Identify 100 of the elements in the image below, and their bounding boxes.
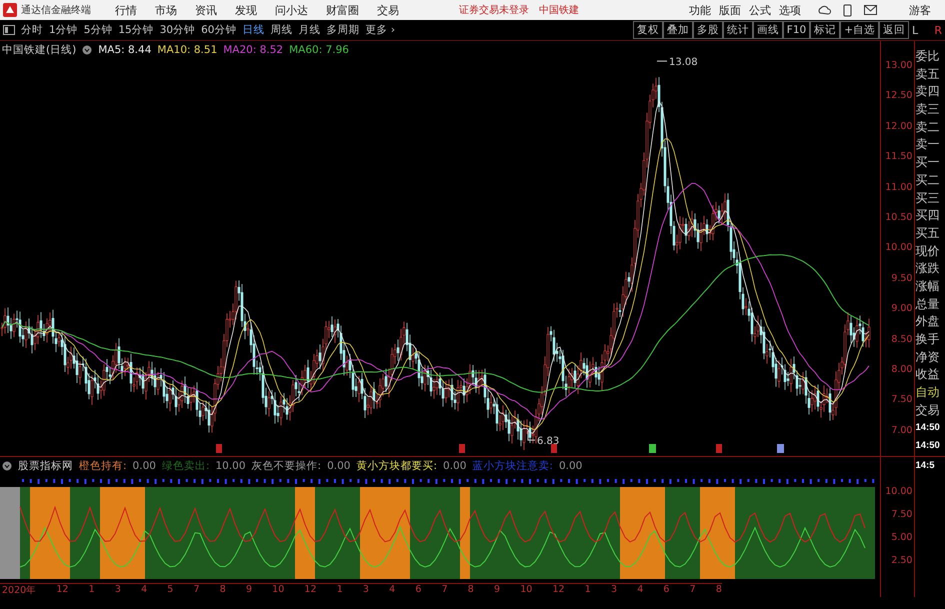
toolbar-button[interactable]: 统计 xyxy=(722,21,753,39)
event-marker-icon[interactable] xyxy=(649,444,656,453)
price-axis-label: 7.50 xyxy=(890,393,914,408)
quote-field-label: 卖四 xyxy=(915,83,940,100)
quote-field-label: 买四 xyxy=(915,207,940,224)
event-marker-icon[interactable] xyxy=(716,444,722,453)
menu-item[interactable]: 财富圈 xyxy=(326,2,359,18)
price-axis-label: 12.50 xyxy=(884,89,914,104)
legend-label: 蓝小方块注意卖: xyxy=(472,459,553,473)
price-axis-label: 7.00 xyxy=(890,424,914,438)
login-status[interactable]: 证券交易未登录 xyxy=(459,3,529,17)
period-tab[interactable]: 60分钟 xyxy=(198,23,240,37)
quote-field-label: 买三 xyxy=(915,190,940,206)
leader-line xyxy=(656,60,668,62)
quote-field-label: 卖一 xyxy=(915,136,940,154)
toolbar-item[interactable]: 功能 xyxy=(689,2,711,18)
price-axis-label: 9.00 xyxy=(890,302,914,316)
menu-item[interactable]: 行情 xyxy=(115,2,137,18)
menu-item[interactable]: 问小达 xyxy=(275,2,308,18)
legend-value: 0.00 xyxy=(558,460,582,472)
ma-value: MA10: 8.51 xyxy=(157,44,218,56)
quote-field-label: 买五 xyxy=(915,224,940,242)
toolbar-button[interactable]: 标记 xyxy=(810,21,840,39)
quote-field-label: 收益 xyxy=(915,366,940,384)
date-axis-label: 12 xyxy=(304,584,317,597)
date-axis-label: 12 xyxy=(56,584,68,597)
legend-value: 0.00 xyxy=(443,460,466,472)
panel-toggle-icon[interactable] xyxy=(3,25,15,35)
period-tab[interactable]: 15分钟 xyxy=(115,23,157,37)
right-label[interactable]: R xyxy=(934,24,942,36)
legend-value: 0.00 xyxy=(327,460,350,472)
more-button[interactable]: 更多 › xyxy=(362,23,398,37)
menu-item[interactable]: 市场 xyxy=(155,2,177,18)
quote-field-label: 14:50 xyxy=(915,421,941,436)
toolbar-button[interactable]: +自选 xyxy=(840,21,879,39)
settings-icon[interactable] xyxy=(2,461,12,471)
date-axis-label: 12 xyxy=(552,584,565,597)
period-tab[interactable]: 多周期 xyxy=(324,23,362,37)
quote-field-label: 现价 xyxy=(915,242,940,260)
toolbar-button[interactable]: 画线 xyxy=(752,21,783,39)
period-tab[interactable]: 30分钟 xyxy=(156,23,198,37)
date-axis-label: 3 xyxy=(610,584,618,597)
legend-label: 黄小方块都要买: xyxy=(356,459,438,473)
period-tab[interactable]: 5分钟 xyxy=(80,23,116,37)
ma-value: MA5: 8.44 xyxy=(98,44,152,56)
menu-item[interactable]: 发现 xyxy=(235,2,257,18)
date-axis-label: 3 xyxy=(114,584,121,597)
quote-field-label: 卖三 xyxy=(915,101,940,118)
date-axis-label: 9 xyxy=(246,584,252,597)
settings-icon[interactable] xyxy=(82,45,92,55)
toolbar-button[interactable]: 返回 xyxy=(879,21,909,39)
date-axis-label: 10 xyxy=(520,584,532,597)
event-marker-icon[interactable] xyxy=(777,444,784,453)
toolbar-item[interactable]: 版面 xyxy=(719,2,741,18)
menu-item[interactable]: 交易 xyxy=(377,2,399,18)
date-axis-label: 7 xyxy=(442,584,448,597)
chart-title: 中国铁建(日线) xyxy=(2,43,76,57)
menu-item[interactable]: 资讯 xyxy=(195,2,217,18)
period-tab[interactable]: 月线 xyxy=(296,23,324,37)
date-axis-label: 5 xyxy=(167,584,174,597)
toolbar-button[interactable]: F10 xyxy=(782,21,810,39)
indicator-axis-label: 7.50 xyxy=(890,508,914,522)
quote-field-label: 委比 xyxy=(915,48,940,65)
quote-field-label: 净资 xyxy=(915,348,940,366)
indicator-axis-label: 10.00 xyxy=(884,485,914,499)
legend-value: 0.00 xyxy=(132,460,156,472)
price-axis-label: 8.50 xyxy=(890,332,914,347)
toolbar-button[interactable]: 多股 xyxy=(692,21,723,39)
legend-value: 10.00 xyxy=(215,460,246,472)
period-tab[interactable]: 日线 xyxy=(240,23,268,37)
quote-field-label: 交易 xyxy=(915,402,940,419)
toolbar-item[interactable]: 公式 xyxy=(749,2,771,18)
ma-value: MA20: 8.52 xyxy=(223,44,284,56)
mail-icon[interactable] xyxy=(864,5,877,15)
app-name: 通达信金融终端 xyxy=(21,4,91,17)
date-axis-label: 7 xyxy=(194,584,200,597)
event-marker-icon[interactable] xyxy=(216,444,222,453)
toolbar-button[interactable]: 叠加 xyxy=(662,21,693,39)
toolbar-button[interactable]: 复权 xyxy=(632,21,663,39)
cloud-icon[interactable] xyxy=(817,4,831,16)
date-axis-label: 1 xyxy=(584,584,591,597)
price-axis-label: 11.00 xyxy=(884,180,914,195)
logo-icon xyxy=(3,3,17,17)
date-axis-label: 8 xyxy=(468,584,474,597)
event-marker-icon[interactable] xyxy=(551,444,557,453)
period-tab[interactable]: 周线 xyxy=(268,23,296,37)
toolbar-item[interactable]: 选项 xyxy=(779,2,801,18)
price-axis-label: 8.00 xyxy=(890,363,914,378)
date-axis-label: 2020年 xyxy=(2,584,36,598)
price-axis-label: 9.50 xyxy=(890,272,914,286)
price-axis-label: 11.50 xyxy=(884,150,914,164)
event-marker-icon[interactable] xyxy=(459,444,465,453)
left-label[interactable]: L xyxy=(912,24,918,36)
date-axis-label: 3 xyxy=(362,584,369,597)
stock-name: 中国铁建 xyxy=(539,4,579,17)
period-tab[interactable]: 1分钟 xyxy=(46,23,81,37)
period-tab[interactable]: 分时 xyxy=(18,23,46,37)
date-axis-label: 6 xyxy=(415,584,422,597)
user-label[interactable]: 游客 xyxy=(909,2,931,18)
phone-icon[interactable] xyxy=(843,4,852,16)
